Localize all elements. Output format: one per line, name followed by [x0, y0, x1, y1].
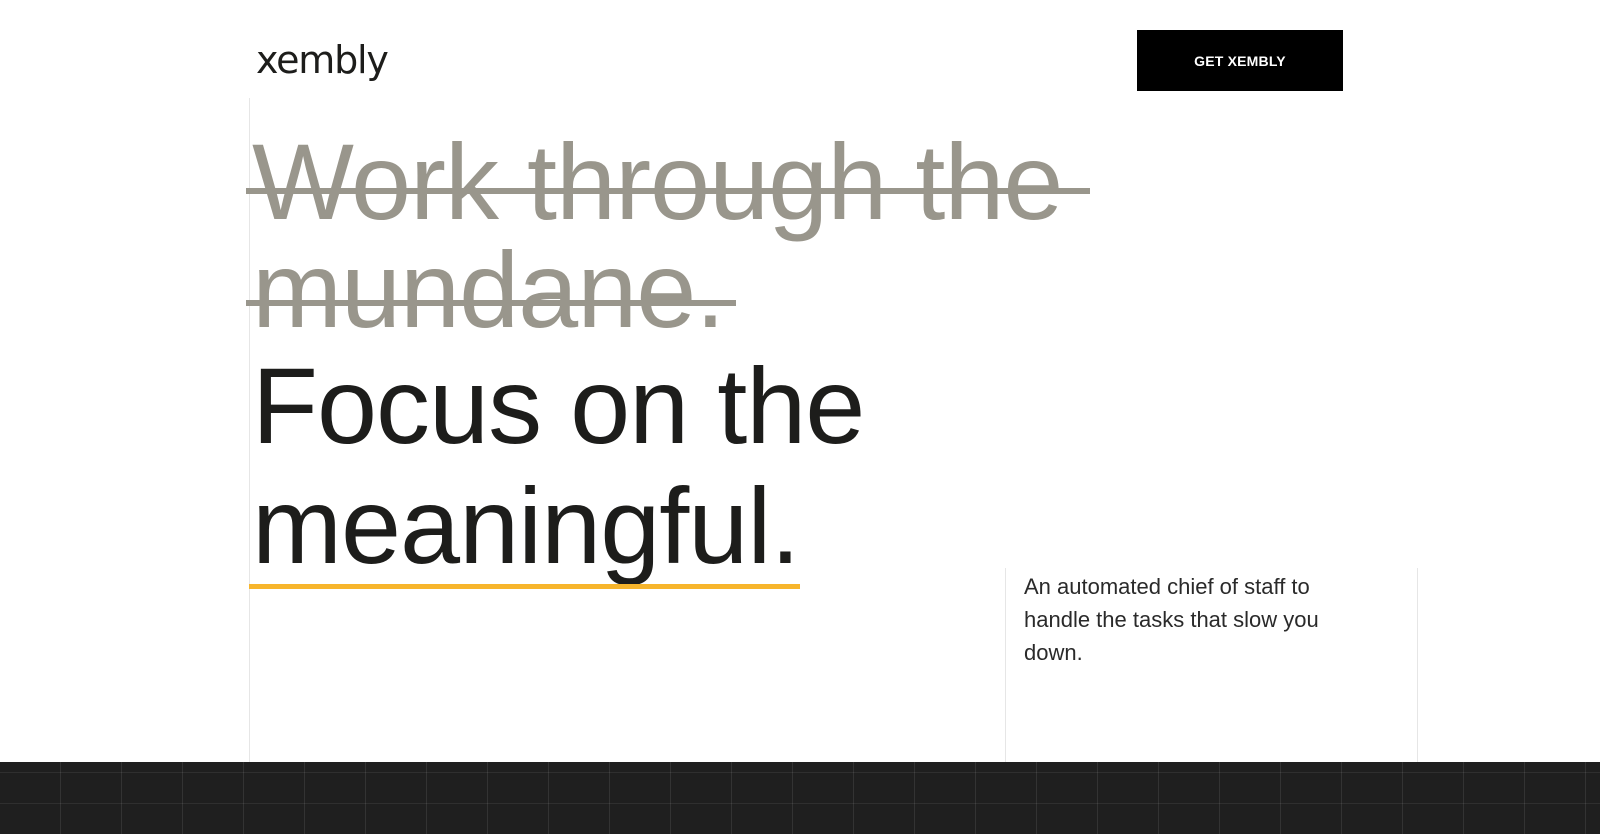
strikethrough-bar [246, 188, 1091, 194]
guide-line-left [249, 98, 250, 762]
accent-underline [249, 584, 800, 589]
strikethrough-bar [246, 300, 737, 306]
focus-line-2: meaningful. [252, 465, 800, 586]
get-xembly-button[interactable]: GET XEMBLY [1137, 30, 1343, 91]
struck-line-2-text: mundane. [252, 229, 725, 350]
hero-struck-headline: Work through the mundane. [246, 128, 1091, 344]
guide-line-middle [1005, 568, 1006, 762]
xembly-logo[interactable]: xembly [256, 32, 389, 88]
struck-line-2: mundane. [246, 236, 737, 344]
focus-line-1: Focus on the [252, 345, 865, 466]
hero-focus-headline: Focus on the meaningful. [252, 345, 865, 586]
hero-description: An automated chief of staff to handle th… [1024, 574, 1319, 665]
struck-line-1-text: Work through the [252, 121, 1063, 242]
dark-grid-section [0, 762, 1600, 834]
page: xembly GET XEMBLY Work through the munda… [0, 0, 1600, 834]
guide-line-right [1417, 568, 1418, 762]
struck-line-1: Work through the [246, 128, 1091, 236]
